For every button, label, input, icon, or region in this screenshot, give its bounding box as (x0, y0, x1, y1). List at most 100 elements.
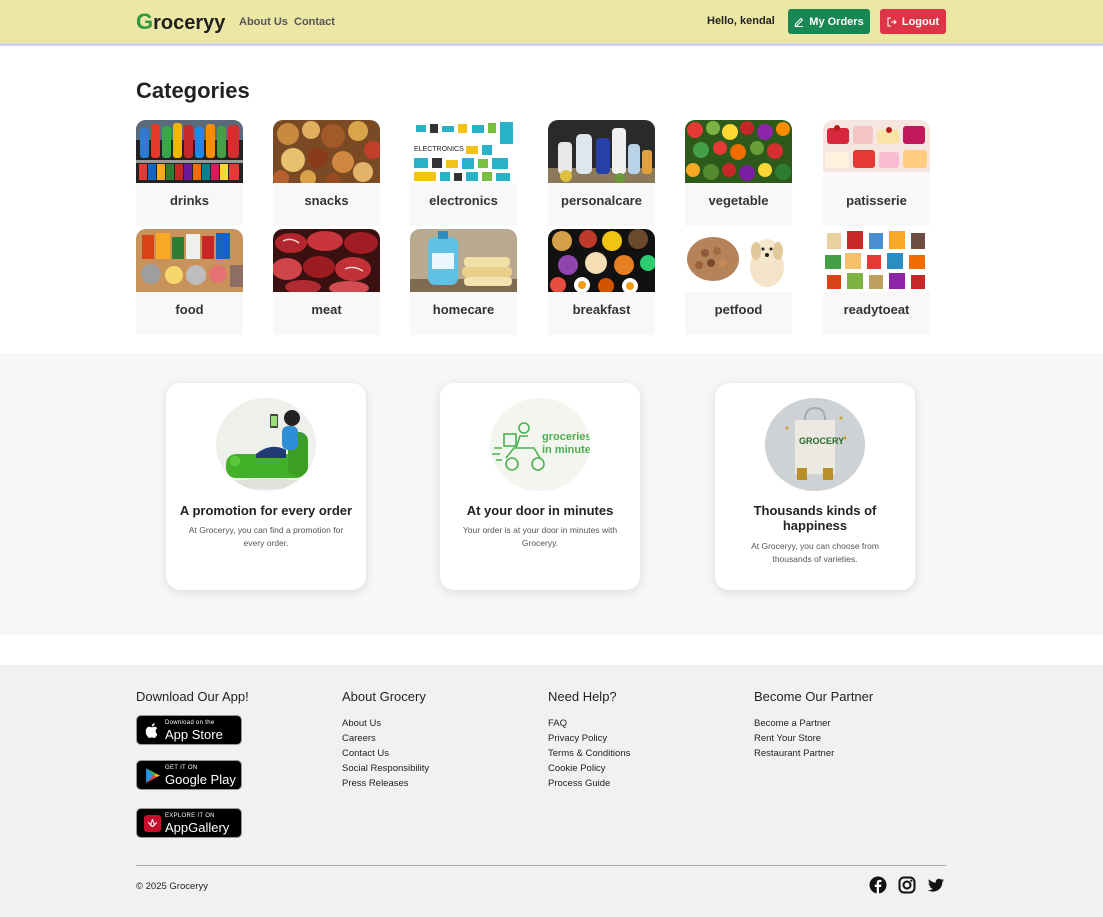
brand-name: roceryy (153, 12, 226, 34)
feature-title: A promotion for every order (179, 503, 353, 518)
category-vegetable[interactable]: vegetable (685, 120, 792, 226)
store-big-text: Google Play (165, 772, 236, 787)
category-petfood[interactable]: petfood (685, 229, 792, 335)
store-small-text: Download on the (165, 720, 215, 726)
feature-description: Your order is at your door in minutes wi… (462, 525, 618, 548)
promotion-image (216, 398, 316, 491)
category-label: meat (311, 302, 342, 317)
category-meat[interactable]: meat (273, 229, 380, 335)
store-big-text: App Store (165, 727, 223, 742)
footer-link-restaurant-partner[interactable]: Restaurant Partner (754, 746, 873, 761)
homecare-image (410, 229, 517, 292)
category-label: drinks (169, 193, 209, 208)
electronics-image-text: ELECTRONICS (414, 146, 464, 153)
category-readytoeat[interactable]: readytoeat (823, 229, 930, 335)
footer-link-contact-us[interactable]: Contact Us (342, 746, 429, 761)
footer-help-column: Need Help? FAQ Privacy Policy Terms & Co… (548, 689, 630, 791)
footer-heading: About Grocery (342, 689, 426, 704)
vegetable-image (685, 120, 792, 183)
footer-link-privacy-policy[interactable]: Privacy Policy (548, 731, 630, 746)
footer-partner-column: Become Our Partner Become a Partner Rent… (754, 689, 873, 761)
category-personalcare[interactable]: personalcare (548, 120, 655, 226)
twitter-icon[interactable] (927, 876, 945, 894)
category-electronics[interactable]: ELECTRONICS electronics (410, 120, 517, 226)
category-label: vegetable (708, 193, 769, 208)
footer-divider (136, 865, 946, 866)
app-gallery-button[interactable]: EXPLORE IT ON AppGallery (136, 808, 242, 838)
feature-card-variety: GROCERY Thousands kinds of happiness At … (715, 383, 915, 590)
category-homecare[interactable]: homecare (410, 229, 517, 335)
category-food[interactable]: food (136, 229, 243, 335)
footer-heading: Become Our Partner (754, 689, 874, 704)
instagram-icon[interactable] (898, 876, 916, 894)
feature-card-delivery: groceries in minutes At your door in min… (440, 383, 640, 590)
footer-about-column: About Grocery About Us Careers Contact U… (342, 689, 429, 791)
footer-link-press-releases[interactable]: Press Releases (342, 776, 429, 791)
category-label: petfood (714, 302, 763, 317)
category-label: electronics (429, 193, 498, 208)
footer-link-social-responsibility[interactable]: Social Responsibility (342, 761, 429, 776)
huawei-icon (144, 815, 161, 832)
category-label: breakfast (572, 302, 631, 317)
delivery-image: groceries in minutes (490, 398, 590, 491)
nav-about-link[interactable]: About Us (239, 16, 288, 28)
footer-link-cookie-policy[interactable]: Cookie Policy (548, 761, 630, 776)
app-store-button[interactable]: Download on the App Store (136, 715, 242, 745)
google-play-icon (146, 768, 160, 783)
feature-card-promotion: A promotion for every order At Groceryy,… (166, 383, 366, 590)
variety-image-text: GROCERY (799, 436, 844, 446)
footer-link-become-partner[interactable]: Become a Partner (754, 716, 873, 731)
logout-icon (887, 17, 897, 26)
categories-title: Categories (136, 78, 250, 103)
footer-heading: Need Help? (548, 689, 617, 704)
feature-title: Thousands kinds of happiness (753, 503, 877, 533)
personalcare-image (548, 120, 655, 183)
category-patisserie[interactable]: patisserie (823, 120, 930, 226)
navbar: Groceryy About Us Contact Hello, kendal … (0, 0, 1103, 46)
footer-app-column: Download Our App! (136, 689, 249, 716)
food-image (136, 229, 243, 292)
variety-image: GROCERY (765, 398, 865, 491)
footer-link-faq[interactable]: FAQ (548, 716, 630, 731)
footer-link-about-us[interactable]: About Us (342, 716, 429, 731)
nav-contact-link[interactable]: Contact (294, 16, 335, 28)
user-greeting: Hello, kendal (707, 15, 775, 27)
category-label: personalcare (561, 193, 642, 208)
categories-grid: drinks snacks ELECTRONICS electronics pe… (136, 120, 930, 338)
my-orders-button[interactable]: My Orders (788, 9, 870, 34)
delivery-image-text-2: in minutes (542, 444, 590, 456)
footer-link-careers[interactable]: Careers (342, 731, 429, 746)
my-orders-label: My Orders (809, 15, 864, 28)
facebook-icon[interactable] (869, 876, 887, 894)
feature-description: At Groceryy, you can find a promotion fo… (188, 525, 344, 548)
footer-link-terms[interactable]: Terms & Conditions (548, 746, 630, 761)
category-drinks[interactable]: drinks (136, 120, 243, 226)
features-section: A promotion for every order At Groceryy,… (0, 353, 1103, 635)
store-small-text: EXPLORE IT ON (165, 813, 215, 819)
category-snacks[interactable]: snacks (273, 120, 380, 226)
drinks-image (136, 120, 243, 183)
brand-logo[interactable]: Groceryy (136, 9, 225, 35)
category-label: patisserie (846, 193, 907, 208)
footer-link-rent-store[interactable]: Rent Your Store (754, 731, 873, 746)
category-label: readytoeat (843, 302, 910, 317)
apple-icon (145, 723, 158, 738)
feature-title: At your door in minutes (466, 503, 614, 518)
category-breakfast[interactable]: breakfast (548, 229, 655, 335)
footer-link-process-guide[interactable]: Process Guide (548, 776, 630, 791)
breakfast-image (548, 229, 655, 292)
electronics-image: ELECTRONICS (410, 120, 517, 183)
category-label: food (175, 302, 204, 317)
store-big-text: AppGallery (165, 820, 230, 835)
store-small-text: GET IT ON (165, 765, 198, 771)
category-label: homecare (432, 302, 495, 317)
google-play-button[interactable]: GET IT ON Google Play (136, 760, 242, 790)
brand-letter: G (136, 9, 154, 34)
petfood-image (685, 229, 792, 292)
feature-description: At Groceryy, you can choose from thousan… (751, 541, 879, 564)
logout-button[interactable]: Logout (880, 9, 946, 34)
footer: Download Our App! Download on the App St… (0, 665, 1103, 917)
copyright: © 2025 Groceryy (136, 881, 208, 892)
logout-label: Logout (901, 15, 940, 28)
readytoeat-image (823, 229, 930, 292)
